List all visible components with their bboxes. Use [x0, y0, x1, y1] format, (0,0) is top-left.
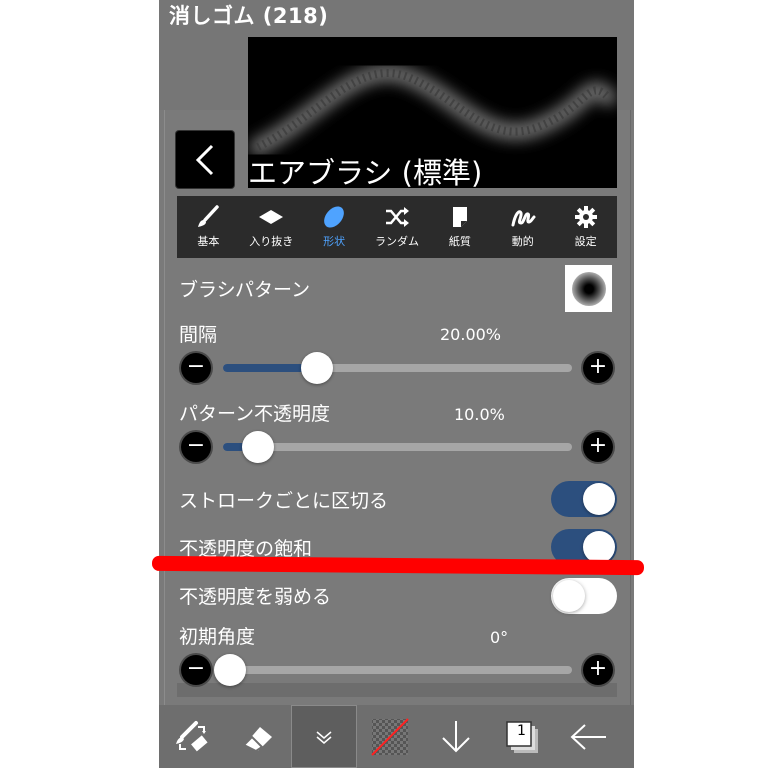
chevron-down-icon	[316, 730, 332, 744]
settings-tabs: 基本 入り抜き 形状 ランダム 紙質 動的 設定	[177, 196, 617, 258]
tab-dynamic[interactable]: 動的	[491, 196, 554, 258]
per-stroke-toggle[interactable]	[551, 481, 617, 517]
tab-label: 形状	[323, 235, 346, 248]
pattern-opacity-value: 10.0%	[454, 405, 505, 424]
spacing-decrease-button[interactable]: −	[181, 353, 211, 383]
spacing-slider-knob[interactable]	[301, 352, 334, 384]
eraser-icon	[242, 726, 272, 752]
tab-label: 設定	[574, 235, 597, 248]
pattern-dot	[571, 271, 606, 306]
arrow-down-icon	[442, 720, 470, 752]
initial-angle-increase-button[interactable]: +	[583, 655, 613, 685]
weaken-opacity-label: 不透明度を弱める	[179, 586, 332, 608]
toggle-thumb	[583, 531, 615, 563]
initial-angle-label: 初期角度	[179, 626, 256, 648]
spacing-slider-track[interactable]	[223, 364, 572, 372]
brush-icon	[198, 205, 220, 227]
tab-label: 入り抜き	[249, 235, 294, 248]
pattern-opacity-slider-knob[interactable]	[241, 431, 274, 463]
app-screen: 消しゴム (218) エアブラシ (標準) 基本 入り抜き 形状 ランダム 紙質…	[159, 0, 634, 768]
layers-count: 1	[517, 723, 526, 739]
tab-label: ランダム	[375, 235, 419, 248]
panel-bottom-strip	[177, 683, 617, 697]
paper-icon	[452, 207, 467, 227]
weaken-opacity-toggle[interactable]	[551, 578, 617, 614]
minus-icon: −	[186, 433, 206, 458]
pattern-opacity-slider-track[interactable]	[223, 443, 572, 451]
layers-button[interactable]: 1	[489, 705, 555, 768]
swap-tool-icon	[176, 720, 208, 751]
tab-label: 基本	[197, 235, 220, 248]
initial-angle-slider-knob[interactable]	[214, 654, 246, 686]
color-button[interactable]	[357, 705, 423, 768]
spacing-value: 20.00%	[440, 325, 502, 344]
dynamic-icon	[511, 210, 536, 227]
plus-icon: +	[588, 354, 608, 379]
initial-angle-value: 0°	[490, 628, 509, 647]
spacing-label: 間隔	[179, 324, 218, 346]
bottom-toolbar: 1	[159, 705, 634, 768]
pattern-opacity-decrease-button[interactable]: −	[181, 432, 211, 462]
swap-tool-button[interactable]	[159, 705, 225, 768]
brush-pattern-label: ブラシパターン	[179, 279, 311, 301]
tab-taper[interactable]: 入り抜き	[240, 196, 303, 258]
chevron-left-icon	[195, 144, 214, 175]
initial-angle-slider-track[interactable]	[223, 666, 572, 674]
collapse-panel-button[interactable]	[291, 705, 357, 768]
shuffle-icon	[386, 207, 409, 227]
tab-paper[interactable]: 紙質	[428, 196, 491, 258]
eraser-button[interactable]	[225, 705, 291, 768]
toggle-thumb	[583, 483, 615, 515]
spacing-increase-button[interactable]: +	[583, 353, 613, 383]
tab-basic[interactable]: 基本	[177, 196, 240, 258]
minus-icon: −	[186, 354, 206, 379]
ellipse-icon	[324, 206, 344, 228]
plus-icon: +	[588, 656, 608, 681]
tab-label: 動的	[511, 235, 534, 248]
per-stroke-label: ストロークごとに区切る	[179, 490, 389, 512]
back-button[interactable]	[176, 131, 234, 188]
tab-random[interactable]: ランダム	[366, 196, 429, 258]
initial-angle-decrease-button[interactable]: −	[181, 655, 211, 685]
back-arrow-button[interactable]	[555, 705, 621, 768]
download-button[interactable]	[423, 705, 489, 768]
gear-icon	[574, 206, 597, 228]
minus-icon: −	[186, 656, 206, 681]
arrow-left-icon	[570, 723, 606, 750]
brush-pattern-thumbnail[interactable]	[565, 265, 612, 312]
plus-icon: +	[588, 433, 608, 458]
tab-label: 紙質	[448, 235, 471, 248]
pattern-opacity-label: パターン不透明度	[179, 403, 331, 425]
tab-shape[interactable]: 形状	[303, 196, 366, 258]
pattern-opacity-increase-button[interactable]: +	[583, 432, 613, 462]
diamond-icon	[259, 210, 284, 224]
color-swatch-icon	[371, 717, 409, 756]
brush-name: エアブラシ (標準)	[248, 156, 483, 190]
toggle-thumb	[553, 580, 585, 612]
tab-settings[interactable]: 設定	[554, 196, 617, 258]
page-title: 消しゴム (218)	[169, 4, 329, 28]
